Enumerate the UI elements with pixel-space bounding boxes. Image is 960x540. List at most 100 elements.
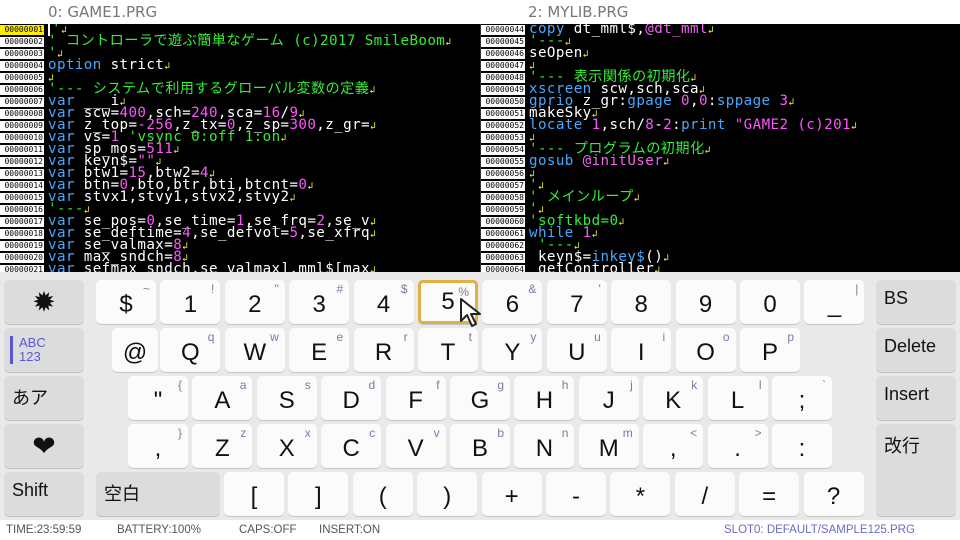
key-6[interactable]: 6 & bbox=[482, 280, 543, 324]
code-line[interactable]: 00000046 seOpen↲ bbox=[481, 46, 960, 61]
code-pane-left[interactable]: 00000001 '↲ 00000002 ' コントローラで遊ぶ簡単なゲーム (c)2… bbox=[0, 24, 480, 272]
code-line[interactable]: 00000052 locate 1,sch/8-2:print "GAME2 (c… bbox=[481, 117, 960, 133]
key-symbol[interactable]: ,} bbox=[128, 424, 188, 468]
key-q[interactable]: Qq bbox=[160, 328, 221, 372]
key-sub-label: x bbox=[304, 426, 311, 440]
key-t[interactable]: Tt bbox=[418, 328, 478, 372]
line-number: 00000021 bbox=[0, 265, 44, 272]
code-token: "GAME2 (c)201 bbox=[725, 117, 851, 133]
key-g[interactable]: Gg bbox=[450, 376, 510, 420]
newline-mark-icon: ↲ bbox=[369, 121, 377, 132]
key-w[interactable]: Ww bbox=[224, 328, 285, 372]
insert-key[interactable]: Insert bbox=[876, 376, 956, 420]
newline-mark-icon: ↲ bbox=[369, 229, 377, 240]
code-token: stvx1,stvy1,stvx2,stvy2 bbox=[74, 189, 290, 205]
key-symbol[interactable]: / bbox=[674, 472, 735, 516]
key-l[interactable]: Ll bbox=[707, 376, 768, 420]
key-sub-label: o bbox=[722, 330, 730, 344]
key-symbol[interactable]: , < bbox=[643, 424, 704, 468]
key-z[interactable]: Zz bbox=[192, 424, 253, 468]
key-x[interactable]: Xx bbox=[256, 424, 317, 468]
key-sub-label: r bbox=[403, 330, 408, 344]
key-c[interactable]: Cc bbox=[321, 424, 382, 468]
code-token: : bbox=[707, 93, 717, 109]
newline-key[interactable]: 改行 bbox=[876, 424, 956, 516]
key-1[interactable]: 1! bbox=[160, 280, 221, 324]
code-line[interactable]: 00000058 ' メインループ↲ bbox=[481, 190, 960, 205]
space-key[interactable]: 空白 bbox=[96, 472, 220, 516]
line-number: 00000012 bbox=[0, 157, 44, 167]
key-b[interactable]: Bb bbox=[450, 424, 510, 468]
key-sub-label: n bbox=[561, 426, 569, 440]
key-m[interactable]: Mm bbox=[578, 424, 639, 468]
key-v[interactable]: Vv bbox=[385, 424, 446, 468]
key-e[interactable]: Ee bbox=[289, 328, 350, 372]
key-a[interactable]: Aa bbox=[192, 376, 253, 420]
code-line[interactable]: 00000055 gosub @initUser↲ bbox=[481, 154, 960, 169]
key-symbol[interactable]: * bbox=[610, 472, 671, 516]
key-symbol[interactable]: ] bbox=[288, 472, 349, 516]
key-8[interactable]: 8 bbox=[611, 280, 672, 324]
key-symbol[interactable]: + bbox=[481, 472, 542, 516]
kana-mode-key[interactable]: あア bbox=[4, 376, 84, 420]
newline-mark-icon: ↲ bbox=[445, 37, 452, 48]
key-i[interactable]: Ii bbox=[611, 328, 672, 372]
newline-mark-icon: ↲ bbox=[582, 49, 590, 60]
abc-mode-key[interactable]: ABC 123 bbox=[4, 328, 84, 372]
software-keyboard: $ ~1! 2 " 3 #4 $5% 6 & 7 ' 8 9 0 _ | @ Qq Ww Ee Rr Tt Yy Uu Ii Oo… bbox=[0, 272, 960, 520]
space-key-label: 空白 bbox=[104, 484, 140, 504]
key-y[interactable]: Yy bbox=[482, 328, 543, 372]
key-symbol[interactable]: $ ~ bbox=[96, 280, 156, 324]
left-pane-title[interactable]: 0: GAME1.PRG bbox=[0, 0, 480, 24]
key-5[interactable]: 5% bbox=[418, 280, 481, 327]
shift-key[interactable]: Shift bbox=[4, 472, 84, 516]
key-p[interactable]: Pp bbox=[740, 328, 800, 372]
key-sub-label: { bbox=[177, 378, 182, 392]
key-0[interactable]: 0 bbox=[740, 280, 800, 324]
settings-key[interactable]: ✹ bbox=[4, 280, 84, 324]
key-symbol[interactable]: ) bbox=[417, 472, 478, 516]
key-sub-label: w bbox=[270, 330, 279, 344]
key-j[interactable]: Jj bbox=[578, 376, 639, 420]
symbol-mode-icon: ❤ bbox=[32, 430, 56, 462]
key-3[interactable]: 3 # bbox=[289, 280, 350, 324]
key-f[interactable]: Ff bbox=[385, 376, 446, 420]
key-d[interactable]: Dd bbox=[321, 376, 382, 420]
key-7[interactable]: 7 ' bbox=[546, 280, 607, 324]
key-o[interactable]: Oo bbox=[675, 328, 736, 372]
key-sub-label: ~ bbox=[142, 282, 150, 296]
key-k[interactable]: Kk bbox=[643, 376, 704, 420]
key-r[interactable]: Rr bbox=[353, 328, 414, 372]
key-symbol[interactable]: [ bbox=[224, 472, 284, 516]
key-h[interactable]: Hh bbox=[514, 376, 575, 420]
code-line[interactable]: 00000021 var sefmax_sndch,se_valmax],mml$… bbox=[0, 262, 480, 272]
key-u[interactable]: Uu bbox=[546, 328, 607, 372]
code-line[interactable]: 00000004 option strict↲ bbox=[0, 58, 480, 73]
key-symbol[interactable]: . > bbox=[707, 424, 768, 468]
key-symbol[interactable]: ( bbox=[352, 472, 413, 516]
right-pane-title[interactable]: 2: MYLIB.PRG bbox=[480, 0, 960, 24]
key-4[interactable]: 4 $ bbox=[353, 280, 414, 324]
code-pane-right[interactable]: 00000044 copy dt_mml$,@dt_mml↲ 00000045 '--… bbox=[480, 24, 960, 272]
key-symbol[interactable]: "{ bbox=[128, 376, 188, 420]
code-line[interactable]: 00000056 ↲ bbox=[481, 168, 960, 180]
symbol-mode-key[interactable]: ❤ bbox=[4, 424, 84, 468]
bs-key[interactable]: BS bbox=[876, 280, 956, 324]
key-symbol[interactable]: ; ` bbox=[772, 376, 832, 420]
key-s[interactable]: Ss bbox=[256, 376, 317, 420]
newline-mark-icon: ↲ bbox=[663, 157, 670, 168]
key-symbol[interactable]: _ | bbox=[804, 280, 865, 324]
code-line[interactable]: 00000064 getController↲ bbox=[481, 262, 960, 272]
key-9[interactable]: 9 bbox=[675, 280, 736, 324]
key-n[interactable]: Nn bbox=[514, 424, 575, 468]
kana-mode-key-label: あア bbox=[12, 388, 48, 408]
key-symbol[interactable]: = bbox=[739, 472, 800, 516]
key-2[interactable]: 2 " bbox=[224, 280, 285, 324]
key-symbol[interactable]: @ bbox=[112, 328, 158, 372]
delete-key[interactable]: Delete bbox=[876, 328, 956, 372]
key-symbol[interactable]: - bbox=[546, 472, 606, 516]
key-symbol[interactable]: ? bbox=[803, 472, 864, 516]
key-symbol[interactable]: : bbox=[772, 424, 832, 468]
newline-mark-icon: ↲ bbox=[850, 121, 858, 132]
code-line[interactable]: 00000002 ' コントローラで遊ぶ簡単なゲーム (c)2017 SmileB… bbox=[0, 34, 480, 49]
